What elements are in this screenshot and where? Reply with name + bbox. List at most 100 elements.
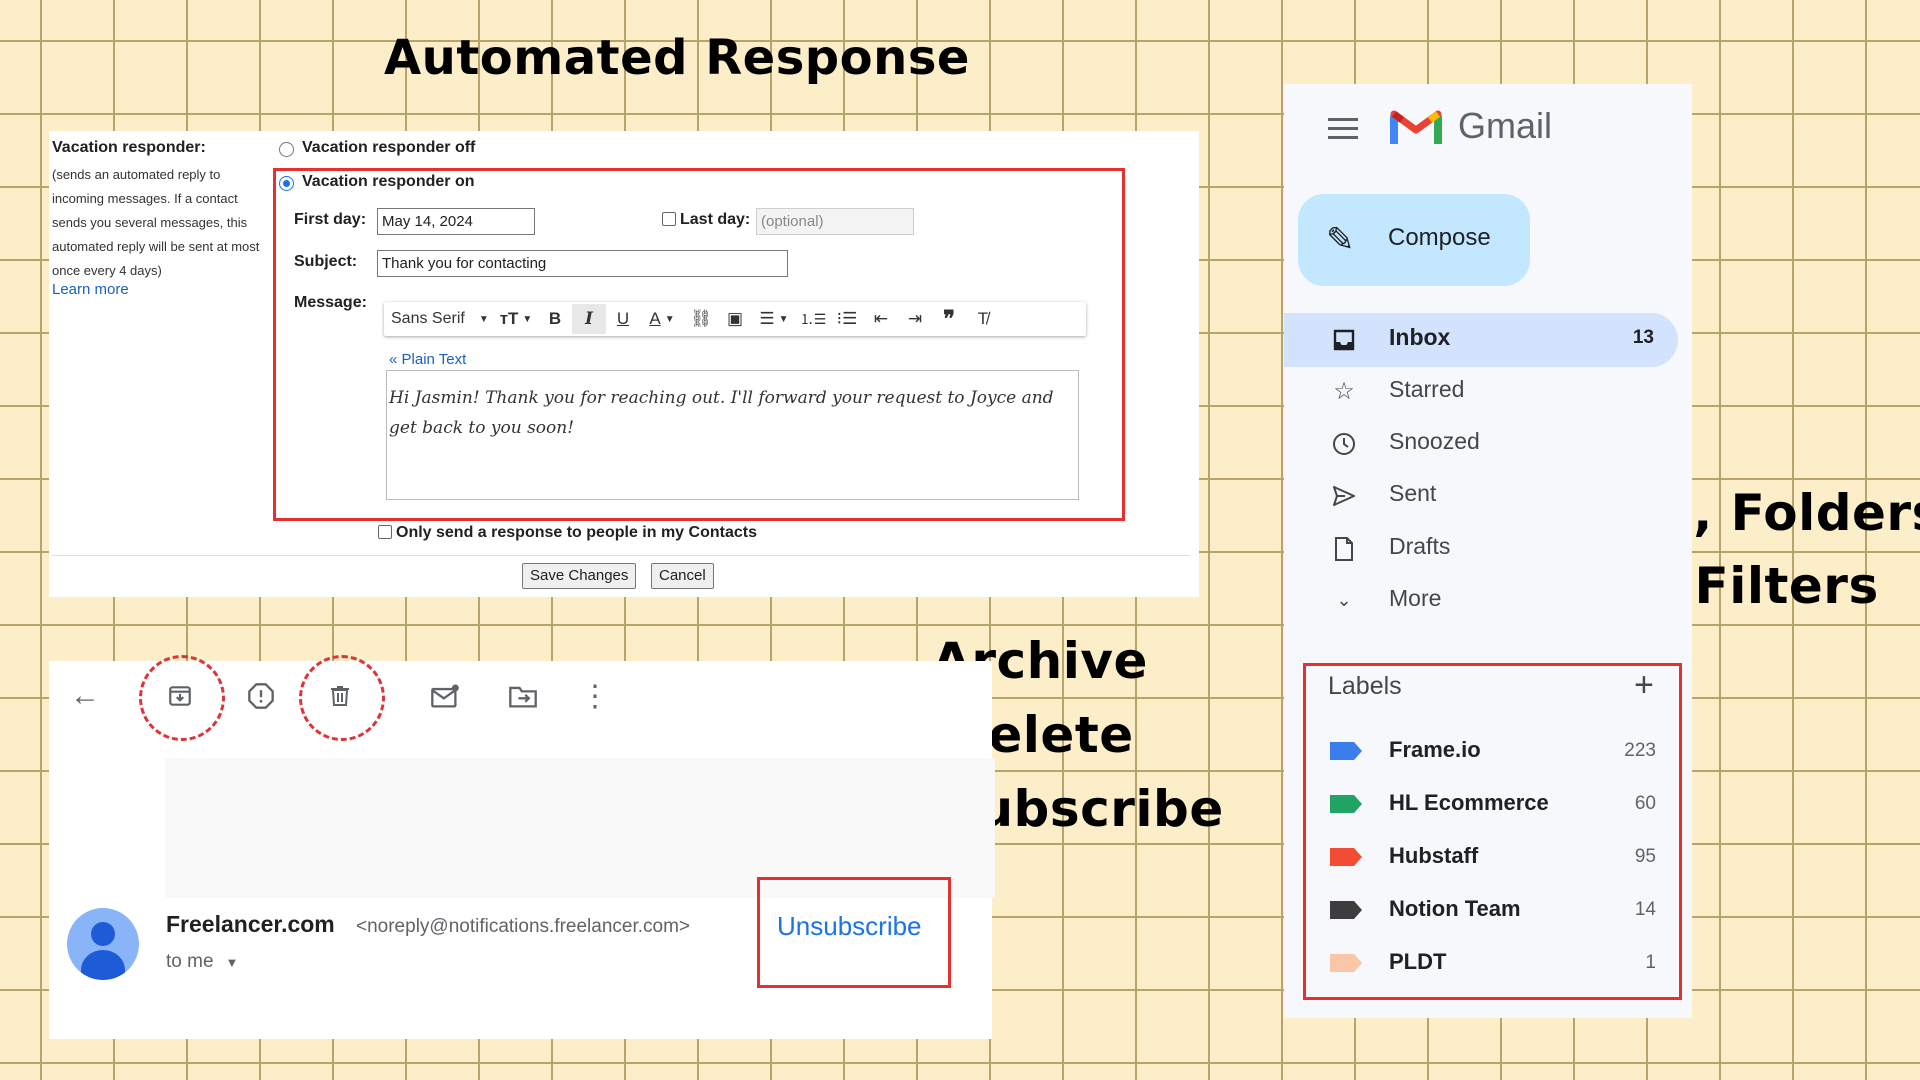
- indent-less-icon: ⇤: [873, 309, 889, 328]
- text-size-button[interactable]: тT ▼: [494, 304, 538, 334]
- recipient-details[interactable]: to me ▼: [166, 951, 238, 973]
- compose-label: Compose: [1388, 224, 1491, 251]
- font-family-select[interactable]: Sans Serif ▼: [384, 304, 494, 334]
- description-line: sends you several messages, this: [52, 215, 248, 230]
- label-count: 1: [1645, 952, 1656, 973]
- chevron-down-icon: ▼: [225, 955, 239, 970]
- subject-label: Subject:: [294, 253, 358, 270]
- clock-icon[interactable]: [1326, 426, 1362, 462]
- underline-icon: U: [616, 309, 630, 328]
- learn-more-link[interactable]: Learn more: [52, 281, 129, 298]
- label-hl-ecommerce[interactable]: HL Ecommerce: [1389, 790, 1549, 816]
- italic-button[interactable]: I: [572, 304, 606, 334]
- add-label-icon[interactable]: +: [1634, 666, 1654, 705]
- contacts-only-checkbox[interactable]: [378, 525, 392, 539]
- label-tag-icon: [1330, 901, 1362, 919]
- back-arrow-icon[interactable]: ←: [67, 678, 103, 714]
- chevron-down-icon: ▼: [522, 313, 533, 325]
- move-to-icon[interactable]: [505, 678, 541, 714]
- numbered-list-button[interactable]: ⒈☰: [796, 304, 830, 334]
- label-count: 223: [1624, 740, 1656, 761]
- image-icon: ▣: [726, 309, 744, 328]
- subject-input[interactable]: Thank you for contacting: [377, 250, 788, 277]
- unsubscribe-link[interactable]: Unsubscribe: [777, 911, 922, 942]
- bulleted-list-button[interactable]: ⁝☰: [830, 304, 864, 334]
- star-icon[interactable]: ☆: [1326, 373, 1362, 409]
- label-frame-io[interactable]: Frame.io: [1389, 737, 1481, 763]
- label-hubstaff[interactable]: Hubstaff: [1389, 843, 1478, 869]
- chevron-down-icon: ▼: [664, 313, 675, 325]
- nav-item-starred[interactable]: Starred: [1389, 376, 1464, 403]
- delete-icon[interactable]: [322, 678, 358, 714]
- cancel-button[interactable]: Cancel: [651, 563, 714, 589]
- last-day-label: Last day:: [680, 211, 751, 228]
- archive-icon[interactable]: [162, 678, 198, 714]
- underline-button[interactable]: U: [606, 304, 640, 334]
- sender-email: <noreply@notifications.freelancer.com>: [356, 916, 691, 937]
- report-spam-glyph: [248, 683, 274, 709]
- mail-unread-glyph: [431, 684, 459, 708]
- label-tag-icon: [1330, 848, 1362, 866]
- align-icon: ☰: [759, 309, 775, 328]
- mark-unread-icon[interactable]: [427, 678, 463, 714]
- description-line: incoming messages. If a contact: [52, 191, 238, 206]
- quote-button[interactable]: ❞: [932, 304, 966, 334]
- nav-item-more[interactable]: More: [1389, 585, 1441, 612]
- bold-button[interactable]: B: [538, 304, 572, 334]
- nav-item-drafts[interactable]: Drafts: [1389, 533, 1450, 560]
- pencil-icon: ✎: [1326, 221, 1355, 259]
- label-tag-icon: [1330, 742, 1362, 760]
- first-day-input[interactable]: May 14, 2024: [377, 208, 535, 235]
- formatting-toolbar: Sans Serif ▼ тT ▼ B I U A ▼ ⛓ ▣ ☰ ▼ ⒈☰ ⁝☰ ⇤ …: [384, 302, 1086, 336]
- message-body-editor[interactable]: Hi Jasmin! Thank you for reaching out. I…: [386, 370, 1079, 500]
- label-pldt[interactable]: PLDT: [1389, 949, 1446, 975]
- responder-off-radio[interactable]: [279, 142, 294, 157]
- plain-text-link[interactable]: « Plain Text: [389, 351, 466, 368]
- more-options-icon[interactable]: ⋮: [577, 678, 613, 714]
- contacts-only-label: Only send a response to people in my Con…: [396, 524, 757, 541]
- trash-glyph: [331, 686, 349, 706]
- chevron-down-icon[interactable]: ⌄: [1326, 582, 1362, 618]
- indent-more-icon: ⇥: [907, 309, 923, 328]
- nav-item-snoozed[interactable]: Snoozed: [1389, 428, 1480, 455]
- label-tag-icon: [1330, 795, 1362, 813]
- description-line: once every 4 days): [52, 263, 162, 278]
- vacation-responder-panel: Vacation responder: (sends an automated …: [49, 131, 1199, 597]
- text-color-button[interactable]: A ▼: [640, 304, 684, 334]
- divider: [52, 555, 1190, 556]
- indent-more-button[interactable]: ⇥: [898, 304, 932, 334]
- numbered-list-icon: ⒈☰: [799, 311, 827, 327]
- quote-icon: ❞: [943, 306, 955, 331]
- indent-less-button[interactable]: ⇤: [864, 304, 898, 334]
- nav-item-sent[interactable]: Sent: [1389, 480, 1436, 507]
- send-icon[interactable]: [1326, 478, 1362, 514]
- bold-icon: B: [548, 309, 562, 328]
- label-notion-team[interactable]: Notion Team: [1389, 896, 1521, 922]
- vacation-description: (sends an automated reply to incoming me…: [52, 163, 277, 283]
- hamburger-menu-icon[interactable]: [1328, 118, 1358, 140]
- first-day-label: First day:: [294, 211, 367, 228]
- description-line: automated reply will be sent at most: [52, 239, 260, 254]
- avatar-body: [81, 950, 125, 980]
- responder-on-radio[interactable]: [279, 176, 294, 191]
- align-button[interactable]: ☰ ▼: [752, 304, 796, 334]
- text-size-icon: тT: [499, 309, 519, 328]
- link-icon: ⛓: [690, 309, 712, 328]
- bulleted-list-icon: ⁝☰: [836, 309, 858, 328]
- save-changes-button[interactable]: Save Changes: [522, 563, 637, 589]
- chevron-down-icon: ▼: [778, 313, 789, 325]
- gmail-logo-icon: [1390, 106, 1442, 151]
- image-button[interactable]: ▣: [718, 304, 752, 334]
- remove-formatting-button[interactable]: T̸: [966, 304, 1000, 334]
- inbox-count: 13: [1632, 327, 1654, 348]
- report-spam-icon[interactable]: [243, 678, 279, 714]
- email-view-panel: ← ⋮ Freelancer.com <noreply@notification…: [49, 655, 995, 1039]
- labels-title: Labels: [1328, 672, 1402, 700]
- recipient-label: to me: [166, 951, 214, 972]
- responder-on-label: Vacation responder on: [302, 173, 475, 190]
- last-day-checkbox[interactable]: [662, 212, 676, 226]
- link-button[interactable]: ⛓: [684, 304, 718, 334]
- message-label: Message:: [294, 294, 367, 311]
- draft-icon[interactable]: [1326, 531, 1362, 567]
- last-day-input[interactable]: (optional): [756, 208, 914, 235]
